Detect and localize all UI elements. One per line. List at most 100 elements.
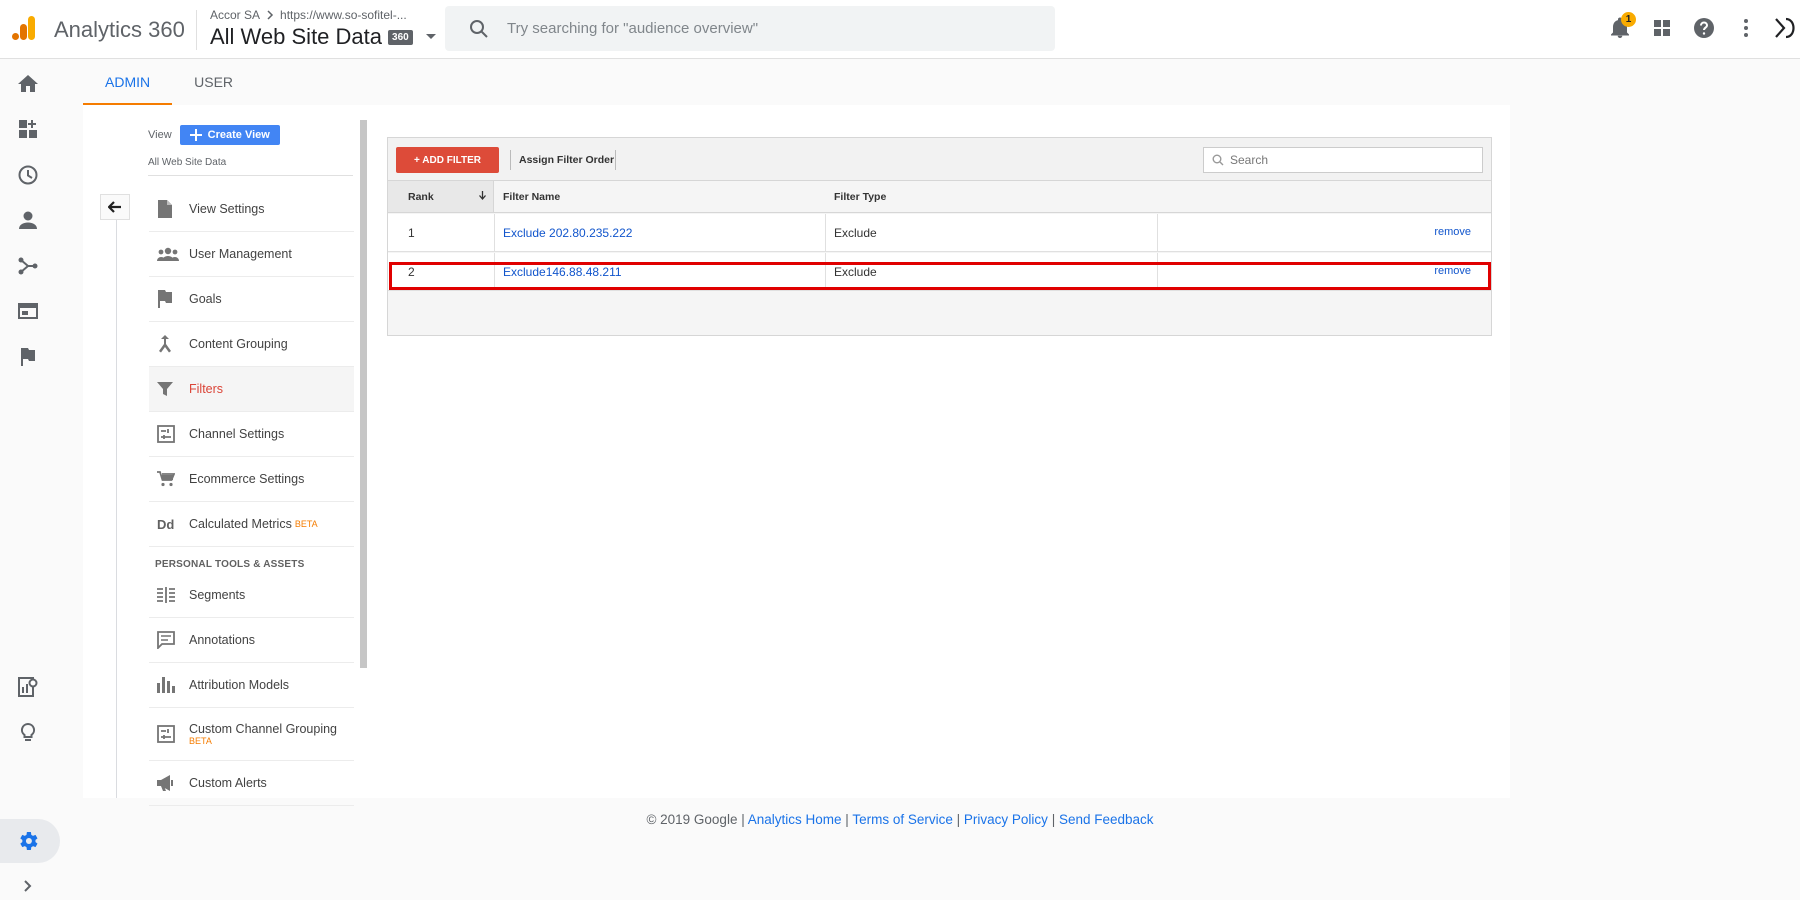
column-header-rank[interactable]: Rank [388,181,494,212]
menu-item-view-settings[interactable]: View Settings [149,187,354,232]
footer-link-feedback[interactable]: Send Feedback [1059,812,1154,827]
header-divider [196,10,197,50]
back-arrow-icon [108,201,122,213]
document-icon [149,200,189,218]
product-switcher-icon[interactable] [1774,14,1800,42]
conversions-flag-icon[interactable] [14,343,42,371]
back-arrow-button[interactable] [100,194,130,220]
funnel-icon [149,381,189,397]
plus-icon [189,129,202,141]
remove-link[interactable]: remove [1434,265,1471,277]
table-toolbar: + ADD FILTER Assign Filter Order [388,138,1491,181]
menu-item-ecommerce-settings[interactable]: Ecommerce Settings [149,457,354,502]
filter-name-link[interactable]: Exclude 202.80.235.222 [503,226,632,240]
menu-label: User Management [189,247,292,261]
row-rank: 1 [408,226,415,240]
view-selector[interactable]: All Web Site Data 360 [210,24,437,50]
cell-divider [1157,214,1158,252]
audience-person-icon[interactable] [14,206,42,234]
segments-icon [149,587,189,603]
menu-item-attribution-models[interactable]: Attribution Models [149,663,354,708]
footer-separator: | [1051,812,1056,827]
channel-icon [149,425,189,443]
menu-label: Custom Channel Grouping [189,722,337,736]
search-icon [1212,154,1224,166]
beta-badge: BETA [189,736,212,746]
menu-item-filters[interactable]: Filters [149,367,354,412]
customization-icon[interactable] [14,115,42,143]
menu-item-goals[interactable]: Goals [149,277,354,322]
table-row: 1 Exclude 202.80.235.222 Exclude remove [388,214,1491,252]
notification-count: 1 [1621,12,1636,27]
menu-label: Attribution Models [189,678,290,692]
bell-icon[interactable]: 1 [1606,12,1636,42]
more-vert-icon[interactable] [1732,14,1760,42]
column-header-filter-name[interactable]: Filter Name [503,191,560,203]
tab-user[interactable]: USER [172,59,255,105]
attribution-report-icon[interactable] [14,673,42,701]
people-icon [149,247,189,261]
footer-separator: | [956,812,961,827]
column-header-filter-type[interactable]: Filter Type [834,191,886,203]
cell-divider [1157,253,1158,291]
view-title: All Web Site Data [210,24,383,49]
footer-link-terms[interactable]: Terms of Service [852,812,953,827]
acquisition-icon[interactable] [14,252,42,280]
toolbar-divider [615,150,616,170]
menu-label: Calculated Metrics [189,517,292,531]
badge-360: 360 [388,29,413,45]
menu-label: View Settings [189,202,265,216]
custom-channel-grouping-text: Custom Channel Grouping BETA [189,722,337,746]
home-icon[interactable] [14,70,42,98]
column-connector-line [116,220,117,798]
tab-admin[interactable]: ADMIN [83,59,173,105]
flag-icon [149,290,189,308]
global-search-input[interactable] [507,20,1007,37]
assign-filter-order-button[interactable]: Assign Filter Order [519,154,614,166]
table-header: Rank Filter Name Filter Type [388,181,1491,213]
remove-link[interactable]: remove [1434,226,1471,238]
filter-name-link[interactable]: Exclude146.88.48.211 [503,265,622,279]
menu-item-user-management[interactable]: User Management [149,232,354,277]
menu-label: Filters [189,382,224,396]
left-nav-rail [0,59,60,892]
cell-divider [494,253,495,291]
menu-item-custom-channel-grouping[interactable]: Custom Channel Grouping BETA [149,708,354,761]
expand-chevron-icon[interactable] [14,872,42,900]
row-filter-type: Exclude [834,226,877,240]
app-title: Analytics 360 [54,17,185,42]
lightbulb-icon[interactable] [14,719,42,747]
account-name: Accor SA [210,8,261,22]
analytics-logo-icon[interactable] [10,14,38,42]
row-rank: 2 [408,265,415,279]
menu-item-segments[interactable]: Segments [149,573,354,618]
chevron-right-icon [266,10,274,20]
apps-grid-icon[interactable] [1648,14,1676,42]
admin-gear-icon[interactable] [14,827,42,855]
add-filter-button[interactable]: + ADD FILTER [396,147,499,173]
view-column-header: View Create View [148,125,280,145]
menu-item-calculated-metrics[interactable]: Dd Calculated Metrics BETA [149,502,354,547]
account-breadcrumb[interactable]: Accor SA https://www.so-sofitel-... [210,8,407,22]
admin-user-tabs: ADMIN USER [83,59,255,105]
global-search[interactable] [445,6,1055,51]
behavior-icon[interactable] [14,297,42,325]
table-search-input[interactable] [1230,153,1470,167]
create-view-button[interactable]: Create View [179,125,280,145]
footer-link-privacy[interactable]: Privacy Policy [964,812,1048,827]
column-scrollbar[interactable] [360,120,367,668]
realtime-clock-icon[interactable] [14,161,42,189]
footer-separator: | [845,812,849,827]
filters-table: + ADD FILTER Assign Filter Order Rank Fi… [387,137,1492,336]
bar-chart-icon [149,677,189,693]
rank-header-label: Rank [408,191,434,203]
sort-down-icon [479,191,486,200]
menu-item-annotations[interactable]: Annotations [149,618,354,663]
footer-link-analytics-home[interactable]: Analytics Home [748,812,842,827]
help-icon[interactable] [1690,14,1718,42]
menu-item-content-grouping[interactable]: Content Grouping [149,322,354,367]
menu-item-channel-settings[interactable]: Channel Settings [149,412,354,457]
menu-item-custom-alerts[interactable]: Custom Alerts [149,761,354,806]
table-search[interactable] [1203,147,1483,173]
megaphone-icon [149,775,189,791]
